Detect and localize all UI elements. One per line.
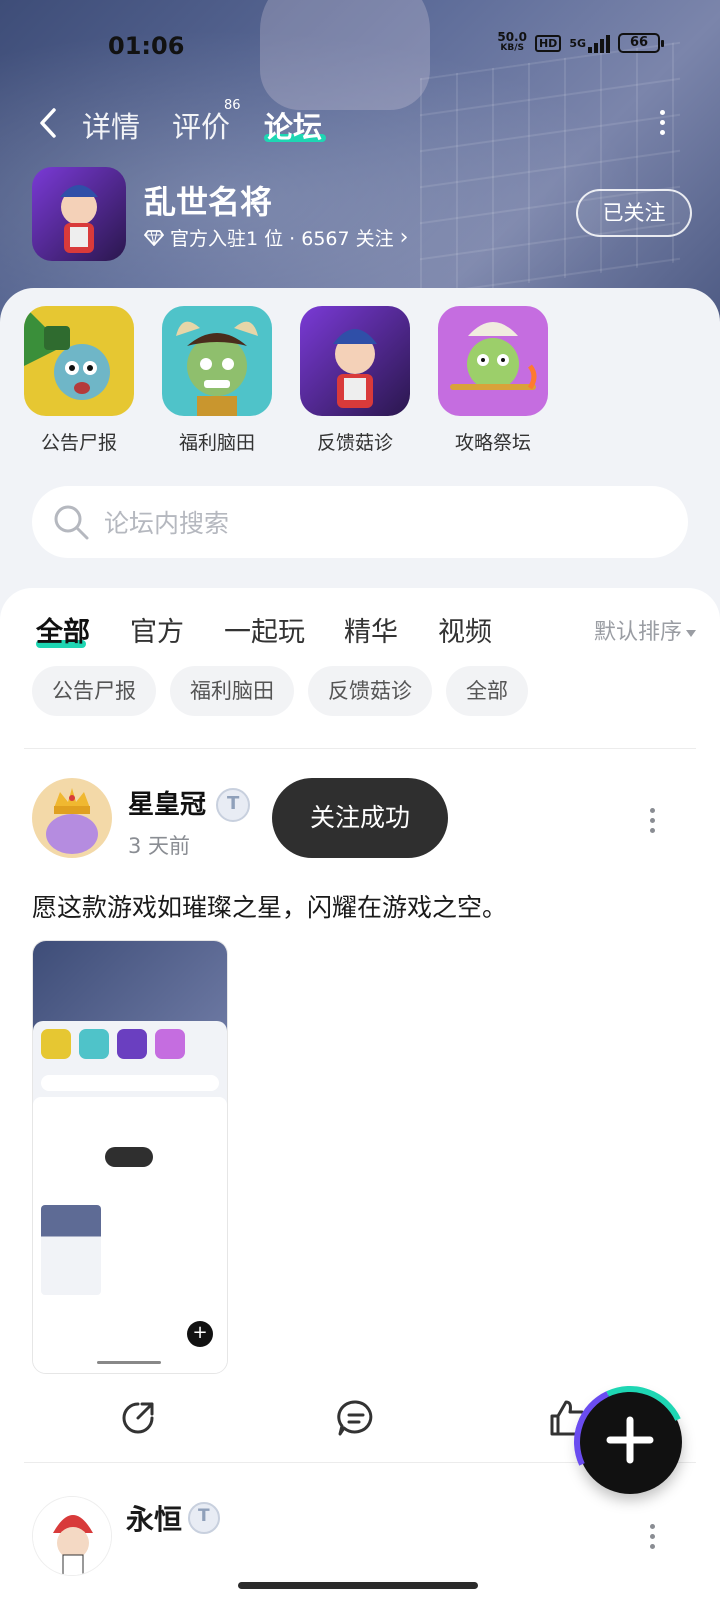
board-feedback[interactable]: 反馈菇诊: [300, 306, 410, 455]
feed-tab-official[interactable]: 官方: [130, 610, 184, 649]
divider: [24, 748, 696, 749]
status-indicators: 50.0 KB/S HD 5G 66: [497, 30, 664, 54]
general-hero-icon: [300, 306, 410, 416]
status-bar: 01:06 50.0 KB/S HD 5G 66: [0, 30, 720, 62]
tab-details[interactable]: 详情: [82, 104, 140, 146]
share-icon[interactable]: [118, 1398, 158, 1438]
chip-all[interactable]: 全部: [446, 666, 528, 716]
board-shortcuts: 公告尸报 福利脑田 反馈菇诊 攻略祭坛: [24, 306, 548, 455]
thumb-toast: [105, 1147, 153, 1167]
signal-icon: [588, 33, 610, 53]
thumb-nested-image: [41, 1205, 101, 1295]
diamond-icon: [144, 229, 164, 246]
game-title: 乱世名将: [144, 183, 273, 221]
post-more-icon[interactable]: [650, 808, 656, 838]
thumb-board-icons: [41, 1029, 185, 1059]
toast-follow-success: 关注成功: [272, 778, 448, 858]
home-indicator[interactable]: [238, 1582, 478, 1589]
zombie-warrior-icon: [24, 306, 134, 416]
post-more-icon[interactable]: [650, 1524, 656, 1554]
game-info: 乱世名将 官方入驻1 位 · 6567 关注 › 已关注: [32, 167, 692, 263]
thumb-home-bar: [97, 1361, 161, 1364]
post-screenshot-image[interactable]: +: [32, 940, 228, 1374]
search-icon: [54, 505, 89, 540]
plus-icon: [606, 1416, 654, 1464]
feed-tab-all[interactable]: 全部: [36, 610, 90, 649]
avatar[interactable]: [32, 778, 112, 858]
horned-zombie-icon: [162, 306, 272, 416]
board-filter-chips: 公告尸报 福利脑田 反馈菇诊 全部: [32, 666, 528, 716]
chevron-right-icon: ›: [399, 225, 409, 250]
thumb-search: [41, 1075, 219, 1091]
game-meta[interactable]: 官方入驻1 位 · 6567 关注 ›: [144, 224, 408, 251]
board-welfare[interactable]: 福利脑田: [162, 306, 272, 455]
hd-icon: HD: [534, 34, 562, 52]
post-text[interactable]: 愿这款游戏如璀璨之星，闪耀在游戏之空。: [32, 888, 507, 924]
post-time: 3 天前: [128, 834, 191, 858]
create-post-button[interactable]: [558, 1370, 702, 1514]
follow-button[interactable]: 已关注: [576, 189, 692, 237]
board-announcement[interactable]: 公告尸报: [24, 306, 134, 455]
feed-tab-video[interactable]: 视频: [438, 610, 492, 649]
board-label: 攻略祭坛: [454, 432, 531, 454]
avatar[interactable]: [32, 1496, 112, 1576]
post-username[interactable]: 永恒: [126, 1498, 182, 1538]
reviews-count-badge: 86: [224, 98, 241, 113]
more-options-icon[interactable]: [660, 110, 668, 140]
post-username[interactable]: 星皇冠: [128, 784, 206, 821]
game-app-icon[interactable]: [32, 167, 126, 261]
comment-icon[interactable]: [336, 1398, 376, 1438]
network-type: 5G: [569, 36, 586, 50]
forum-search[interactable]: 论坛内搜索: [32, 486, 688, 558]
search-input[interactable]: 论坛内搜索: [104, 504, 229, 540]
level-badge-icon: [216, 788, 250, 822]
top-navigation: 详情 评价 86 论坛: [0, 98, 720, 148]
feed-tab-play-together[interactable]: 一起玩: [224, 610, 305, 649]
level-badge-icon: [188, 1502, 220, 1534]
status-time: 01:06: [108, 32, 185, 60]
caret-down-icon: [686, 629, 696, 637]
sort-label: 默认排序: [593, 620, 682, 645]
chip-welfare[interactable]: 福利脑田: [170, 666, 294, 716]
sort-dropdown[interactable]: 默认排序: [594, 614, 696, 646]
board-guide[interactable]: 攻略祭坛: [438, 306, 548, 455]
board-label: 公告尸报: [40, 432, 117, 454]
tab-forum[interactable]: 论坛: [264, 104, 322, 146]
chip-feedback[interactable]: 反馈菇诊: [308, 666, 432, 716]
chip-announcement[interactable]: 公告尸报: [32, 666, 156, 716]
network-speed: 50.0 KB/S: [497, 30, 527, 54]
board-label: 福利脑田: [178, 432, 255, 454]
network-speed-value: 50.0: [497, 30, 527, 44]
feed-tabs: 全部 官方 一起玩 精华 视频 默认排序: [36, 610, 696, 654]
feed-tab-featured[interactable]: 精华: [344, 610, 398, 649]
board-label: 反馈菇诊: [316, 432, 393, 454]
thumb-plus-icon: +: [187, 1321, 213, 1347]
back-arrow-icon[interactable]: [36, 106, 60, 140]
game-meta-text: 官方入驻1 位 · 6567 关注: [170, 228, 394, 250]
network-speed-unit: KB/S: [500, 43, 524, 53]
tab-reviews[interactable]: 评价: [172, 104, 230, 146]
feed-tab-label: 全部: [36, 617, 90, 648]
battery-icon: 66: [618, 33, 664, 53]
green-zombie-icon: [438, 306, 548, 416]
